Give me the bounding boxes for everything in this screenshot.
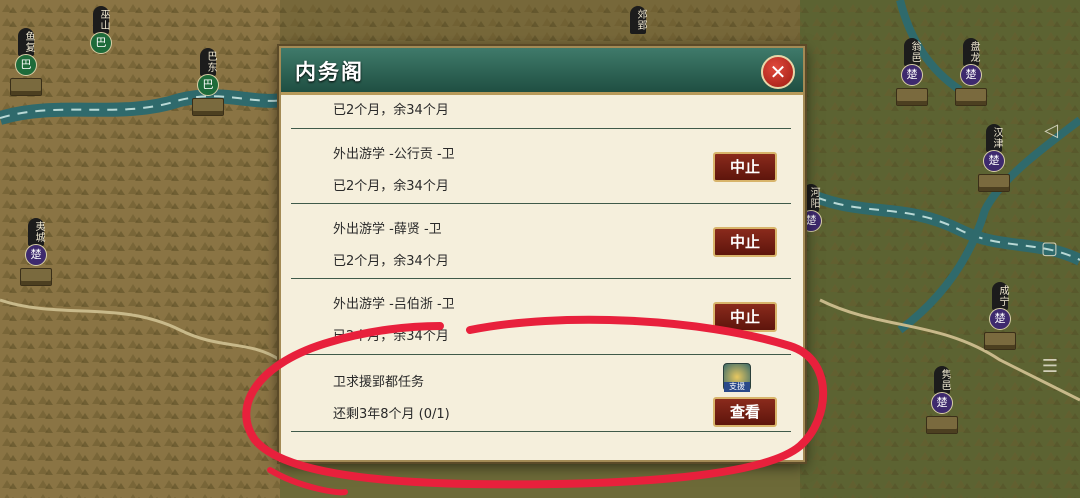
list-item: 外出游学 -公行贡 -卫 已2个月，余34个月 中止 [291, 129, 791, 204]
list-item: 外出游学 -薛贤 -卫 已2个月，余34个月 中止 [291, 204, 791, 279]
city-name: 巫山 [93, 6, 109, 34]
city-yufu[interactable]: 鱼复 巴 [10, 28, 42, 96]
progress-text: 已2个月，余34个月 [333, 254, 449, 269]
view-button[interactable]: 查看 [713, 397, 777, 427]
city-name: 汉津 [986, 124, 1002, 152]
time-remaining-text: 还剩3年8个月 (0/1) [333, 407, 450, 422]
city-building-icon [20, 268, 52, 286]
city-name: 成宁 [992, 282, 1008, 310]
faction-seal: 巴 [197, 74, 219, 96]
city-name: 河阳 [803, 184, 819, 212]
city-building-icon [10, 78, 42, 96]
close-button[interactable]: ✕ [761, 55, 795, 89]
list-item: 卫求援郢都任务 还剩3年8个月 (0/1) 支援 查看 [291, 355, 791, 432]
city-name: 鱼复 [18, 28, 34, 56]
city-name: 巴东 [200, 48, 216, 76]
dialog-title: 内务阁 [295, 60, 364, 84]
city-wengyi[interactable]: 翁邑 楚 [896, 38, 928, 106]
city-badong[interactable]: 巴东 巴 [192, 48, 224, 116]
task-title: 外出游学 -薛贤 -卫 [333, 222, 442, 237]
city-building-icon [192, 98, 224, 116]
dialog-header: 内务阁 ✕ [281, 48, 803, 95]
city-junyi[interactable]: 隽邑 楚 [926, 366, 958, 434]
home-icon[interactable]: ▢ [1041, 238, 1058, 259]
affairs-list[interactable]: 已2个月，余34个月 外出游学 -公行贡 -卫 已2个月，余34个月 中止 外出… [291, 95, 791, 455]
city-name: 郊郢 [630, 6, 646, 34]
city-chengning[interactable]: 成宁 楚 [984, 282, 1016, 350]
back-icon[interactable]: ◁ [1044, 120, 1058, 141]
progress-text: 已2个月，余34个月 [333, 179, 449, 194]
progress-text: 已2个月，余34个月 [333, 329, 449, 344]
city-building-icon [955, 88, 987, 106]
task-title: 卫求援郢都任务 [333, 375, 425, 390]
faction-seal: 巴 [90, 32, 112, 54]
faction-seal: 楚 [931, 392, 953, 414]
faction-seal: 楚 [901, 64, 923, 86]
support-task-icon: 支援 [723, 363, 751, 392]
faction-seal: 楚 [25, 244, 47, 266]
city-building-icon [896, 88, 928, 106]
city-building-icon [978, 174, 1010, 192]
city-panlong[interactable]: 盘龙 楚 [955, 38, 987, 106]
task-title: 外出游学 -吕伯浙 -卫 [333, 297, 455, 312]
list-item: 已2个月，余34个月 [291, 95, 791, 129]
city-building-icon [984, 332, 1016, 350]
faction-seal: 楚 [960, 64, 982, 86]
stop-button[interactable]: 中止 [713, 227, 777, 257]
city-name: 夷城 [28, 218, 44, 246]
city-hanjin[interactable]: 汉津 楚 [978, 124, 1010, 192]
city-jiaoying[interactable]: 郊郢 [630, 6, 646, 34]
city-wushan[interactable]: 巫山 巴 [90, 6, 112, 54]
neiwu-dialog: 内务阁 ✕ 已2个月，余34个月 外出游学 -公行贡 -卫 已2个月，余34个月… [279, 46, 805, 462]
menu-icon[interactable]: ☰ [1042, 356, 1058, 377]
city-name: 盘龙 [963, 38, 979, 66]
stop-button[interactable]: 中止 [713, 302, 777, 332]
list-item: 外出游学 -吕伯浙 -卫 已2个月，余34个月 中止 [291, 279, 791, 355]
city-building-icon [926, 416, 958, 434]
city-name: 隽邑 [934, 366, 950, 394]
faction-seal: 楚 [983, 150, 1005, 172]
faction-seal: 楚 [989, 308, 1011, 330]
faction-seal: 巴 [15, 54, 37, 76]
city-name: 翁邑 [904, 38, 920, 66]
stop-button[interactable]: 中止 [713, 152, 777, 182]
progress-text: 已2个月，余34个月 [333, 103, 449, 118]
city-yicheng[interactable]: 夷城 楚 [20, 218, 52, 286]
task-title: 外出游学 -公行贡 -卫 [333, 147, 455, 162]
